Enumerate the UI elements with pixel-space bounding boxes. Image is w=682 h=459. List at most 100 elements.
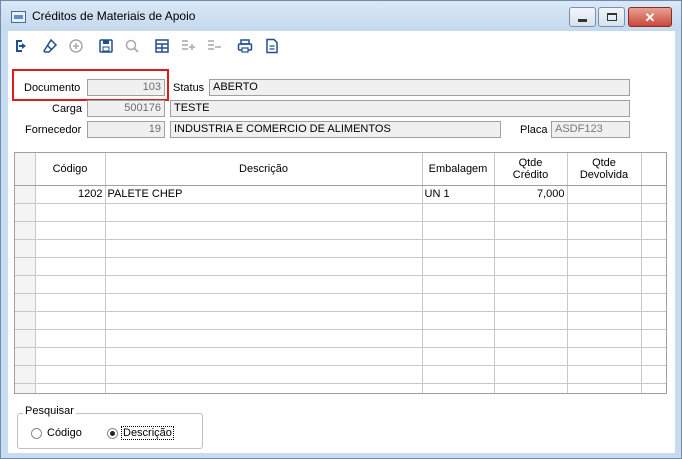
cell-descricao[interactable] bbox=[105, 275, 423, 294]
minimize-button[interactable] bbox=[569, 7, 596, 27]
cell-qtde-devolvida[interactable] bbox=[567, 383, 642, 393]
cell-qtde-devolvida[interactable] bbox=[567, 329, 642, 348]
row-indicator[interactable] bbox=[15, 365, 36, 384]
cell-qtde-credito[interactable] bbox=[494, 347, 568, 366]
row-indicator[interactable] bbox=[15, 221, 36, 240]
table-row[interactable] bbox=[15, 329, 666, 348]
fornecedor-description-field[interactable]: INDUSTRIA E COMERCIO DE ALIMENTOS bbox=[170, 121, 501, 138]
cell-embalagem[interactable] bbox=[422, 329, 495, 348]
maximize-button[interactable] bbox=[598, 7, 625, 27]
column-header-embalagem[interactable]: Embalagem bbox=[422, 153, 495, 186]
clear-button[interactable] bbox=[39, 35, 61, 57]
cell-descricao[interactable]: PALETE CHEP bbox=[105, 185, 423, 204]
row-indicator[interactable] bbox=[15, 203, 36, 222]
cell-qtde-devolvida[interactable] bbox=[567, 275, 642, 294]
cell-descricao[interactable] bbox=[105, 293, 423, 312]
cell-codigo[interactable] bbox=[35, 365, 106, 384]
cell-descricao[interactable] bbox=[105, 221, 423, 240]
column-header-codigo[interactable]: Código bbox=[35, 153, 106, 186]
cell-embalagem[interactable] bbox=[422, 221, 495, 240]
cell-descricao[interactable] bbox=[105, 203, 423, 222]
column-header-qtde-devolvida[interactable]: Qtde Devolvida bbox=[567, 153, 642, 186]
cell-embalagem[interactable] bbox=[422, 293, 495, 312]
row-indicator[interactable] bbox=[15, 329, 36, 348]
row-indicator[interactable] bbox=[15, 239, 36, 258]
cell-qtde-credito[interactable] bbox=[494, 257, 568, 276]
row-indicator[interactable] bbox=[15, 275, 36, 294]
cell-qtde-devolvida[interactable] bbox=[567, 365, 642, 384]
table-row[interactable]: 1202 PALETE CHEP UN 1 7,000 bbox=[15, 185, 666, 204]
radio-codigo[interactable] bbox=[31, 428, 42, 439]
table-row[interactable] bbox=[15, 257, 666, 276]
status-field[interactable]: ABERTO bbox=[209, 79, 630, 96]
cell-embalagem[interactable] bbox=[422, 275, 495, 294]
cell-codigo[interactable] bbox=[35, 221, 106, 240]
cell-qtde-credito[interactable]: 7,000 bbox=[494, 185, 568, 204]
cell-qtde-credito[interactable] bbox=[494, 221, 568, 240]
items-grid[interactable]: Código Descrição Embalagem Qtde Crédito Q… bbox=[14, 152, 667, 394]
cell-embalagem[interactable] bbox=[422, 311, 495, 330]
cell-codigo[interactable] bbox=[35, 203, 106, 222]
cell-codigo[interactable]: 1202 bbox=[35, 185, 106, 204]
radio-codigo-label[interactable]: Código bbox=[47, 427, 82, 439]
cell-descricao[interactable] bbox=[105, 239, 423, 258]
cell-embalagem[interactable] bbox=[422, 383, 495, 393]
search-button[interactable] bbox=[121, 35, 143, 57]
table-row[interactable] bbox=[15, 347, 666, 366]
row-indicator[interactable] bbox=[15, 347, 36, 366]
print-button[interactable] bbox=[234, 35, 256, 57]
cell-codigo[interactable] bbox=[35, 329, 106, 348]
table-row[interactable] bbox=[15, 239, 666, 258]
cell-codigo[interactable] bbox=[35, 239, 106, 258]
add-row-button[interactable] bbox=[177, 35, 199, 57]
cell-qtde-devolvida[interactable] bbox=[567, 257, 642, 276]
cell-qtde-devolvida[interactable] bbox=[567, 239, 642, 258]
carga-field[interactable]: 500176 bbox=[87, 100, 165, 117]
save-button[interactable] bbox=[95, 35, 117, 57]
cell-codigo[interactable] bbox=[35, 257, 106, 276]
cell-qtde-devolvida[interactable] bbox=[567, 311, 642, 330]
report-button[interactable] bbox=[261, 35, 283, 57]
cell-qtde-credito[interactable] bbox=[494, 293, 568, 312]
radio-descricao[interactable] bbox=[107, 428, 118, 439]
cell-descricao[interactable] bbox=[105, 347, 423, 366]
cell-qtde-credito[interactable] bbox=[494, 311, 568, 330]
add-button[interactable] bbox=[65, 35, 87, 57]
title-bar[interactable]: Créditos de Materiais de Apoio ✕ bbox=[1, 1, 681, 31]
cell-qtde-devolvida[interactable] bbox=[567, 347, 642, 366]
table-row[interactable] bbox=[15, 311, 666, 330]
cell-codigo[interactable] bbox=[35, 275, 106, 294]
cell-qtde-devolvida[interactable] bbox=[567, 221, 642, 240]
row-indicator[interactable] bbox=[15, 311, 36, 330]
row-indicator[interactable] bbox=[15, 185, 36, 204]
placa-field[interactable]: ASDF123 bbox=[551, 121, 630, 138]
cell-codigo[interactable] bbox=[35, 311, 106, 330]
cell-codigo[interactable] bbox=[35, 293, 106, 312]
cell-descricao[interactable] bbox=[105, 257, 423, 276]
cell-codigo[interactable] bbox=[35, 383, 106, 393]
cell-descricao[interactable] bbox=[105, 311, 423, 330]
cell-codigo[interactable] bbox=[35, 347, 106, 366]
table-row[interactable] bbox=[15, 383, 666, 393]
remove-row-button[interactable] bbox=[203, 35, 225, 57]
cell-descricao[interactable] bbox=[105, 383, 423, 393]
cell-descricao[interactable] bbox=[105, 365, 423, 384]
column-header-descricao[interactable]: Descrição bbox=[105, 153, 423, 186]
cell-qtde-credito[interactable] bbox=[494, 383, 568, 393]
cell-qtde-devolvida[interactable] bbox=[567, 203, 642, 222]
cell-qtde-devolvida[interactable] bbox=[567, 293, 642, 312]
cell-qtde-credito[interactable] bbox=[494, 239, 568, 258]
cell-embalagem[interactable] bbox=[422, 239, 495, 258]
radio-descricao-label[interactable]: Descrição bbox=[121, 426, 174, 440]
row-indicator[interactable] bbox=[15, 257, 36, 276]
row-indicator[interactable] bbox=[15, 383, 36, 393]
column-header-qtde-credito[interactable]: Qtde Crédito bbox=[494, 153, 568, 186]
close-button[interactable]: ✕ bbox=[628, 7, 672, 27]
carga-description-field[interactable]: TESTE bbox=[170, 100, 630, 117]
table-row[interactable] bbox=[15, 221, 666, 240]
cell-qtde-credito[interactable] bbox=[494, 365, 568, 384]
documento-field[interactable]: 103 bbox=[87, 79, 165, 96]
exit-button[interactable] bbox=[11, 35, 33, 57]
cell-qtde-credito[interactable] bbox=[494, 329, 568, 348]
table-row[interactable] bbox=[15, 293, 666, 312]
